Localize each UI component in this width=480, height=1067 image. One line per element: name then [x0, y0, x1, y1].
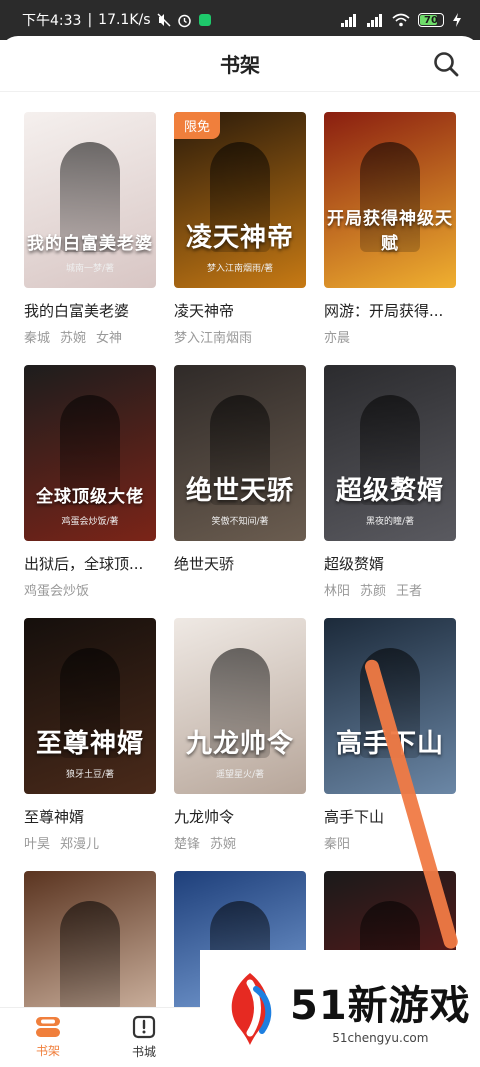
book-tags: 秦阳 — [324, 833, 456, 852]
book-cover[interactable]: 开局获得神级天赋 — [324, 112, 456, 288]
watermark-url: 51chengyu.com — [332, 1030, 429, 1045]
cover-author: 城南一梦/著 — [65, 264, 115, 274]
search-icon — [434, 52, 459, 77]
status-bar: 下午4:33 | 17.1K/s 70 — [0, 0, 480, 40]
book-item[interactable]: 至尊神婿 狼牙土豆/著 至尊神婿 叶昊 郑漫儿 — [24, 618, 156, 852]
cover-author: 遥望星火/著 — [215, 770, 265, 780]
cover-title: 开局获得神级天赋 — [327, 209, 453, 254]
cover-author: 狼牙土豆/著 — [65, 770, 115, 780]
book-tag: 王者 — [396, 584, 423, 599]
book-item[interactable]: 全球顶级大佬鸡蛋会炒饭/著出狱后，全球顶... 鸡蛋会炒饭 — [24, 365, 156, 599]
search-button[interactable] — [432, 50, 460, 78]
cover-title: 凌天神帝 — [185, 223, 294, 253]
watermark: 51新游戏 51chengyu.com — [200, 950, 480, 1067]
book-tag: 女神 — [96, 331, 123, 346]
book-title[interactable]: 网游：开局获得... — [324, 300, 456, 321]
book-tag: 楚锋 — [174, 837, 201, 852]
nav-bookshelf-label: 书架 — [35, 1044, 60, 1058]
bookstore-icon — [132, 1015, 156, 1039]
book-tag: 梦入江南烟雨 — [174, 331, 253, 346]
cover-author: 笑傲不知间/著 — [211, 517, 269, 527]
cover-author: 鸡蛋会炒饭/著 — [61, 517, 119, 527]
book-cover[interactable]: 九龙帅令遥望星火/著 — [174, 618, 306, 794]
book-item[interactable]: 开局获得神级天赋网游：开局获得... 亦晨 — [324, 112, 456, 346]
book-title[interactable]: 至尊神婿 — [24, 806, 156, 827]
app-notification-icon — [198, 13, 212, 27]
book-item[interactable]: 凌天神帝 梦入江南烟雨/著 限免 凌天神帝 梦入江南烟雨 — [174, 112, 306, 346]
book-tag: 苏颜 — [360, 584, 387, 599]
cover-title: 我的白富美老婆 — [27, 234, 153, 254]
book-tags: 林阳 苏颜 王者 — [324, 580, 456, 599]
cover-character-art — [60, 901, 120, 1011]
page-title: 书架 — [220, 53, 260, 77]
signal-icon-2 — [366, 13, 384, 27]
book-cover[interactable]: 我的白富美老婆城南一梦/著 — [24, 112, 156, 288]
cover-author: 梦入江南烟雨/著 — [206, 264, 274, 274]
book-item[interactable]: 超级赘婿 黑夜的瞳/著 超级赘婿 林阳 苏颜 王者 — [324, 365, 456, 599]
book-tag: 鸡蛋会炒饭 — [24, 584, 90, 599]
top-header: 书架 — [0, 36, 480, 92]
battery-level: 70 — [424, 14, 438, 26]
book-tag: 秦城 — [24, 331, 51, 346]
mute-icon — [157, 13, 171, 27]
charging-icon — [452, 13, 462, 27]
cover-title: 九龙帅令 — [185, 729, 294, 759]
book-tags: 叶昊 郑漫儿 — [24, 833, 156, 852]
alarm-icon — [177, 13, 192, 28]
book-cover[interactable]: 全球顶级大佬鸡蛋会炒饭/著 — [24, 365, 156, 541]
cover-title: 超级赘婿 — [335, 476, 444, 506]
book-cover[interactable]: 绝世天骄笑傲不知间/著 — [174, 365, 306, 541]
nav-bookshelf[interactable]: 书架 — [0, 1008, 96, 1067]
watermark-title: 51新游戏 — [290, 982, 471, 1029]
book-item[interactable]: 绝世天骄 笑傲不知间/著 绝世天骄 — [174, 365, 306, 574]
book-tags: 亦晨 — [324, 327, 456, 346]
book-cover[interactable]: 至尊神婿狼牙土豆/著 — [24, 618, 156, 794]
book-title[interactable]: 出狱后，全球顶... — [24, 553, 156, 574]
book-tag: 郑漫儿 — [60, 837, 100, 852]
book-tag: 亦晨 — [324, 331, 351, 346]
cover-author: 黑夜的瞳/著 — [365, 517, 415, 527]
cover-title: 全球顶级大佬 — [36, 487, 144, 507]
book-cover[interactable]: 超级赘婿黑夜的瞳/著 — [324, 365, 456, 541]
book-tag: 叶昊 — [24, 837, 51, 852]
book-cover[interactable]: 凌天神帝梦入江南烟雨/著 限免 — [174, 112, 306, 288]
free-badge: 限免 — [174, 112, 221, 139]
wifi-icon — [392, 13, 410, 27]
book-tags: 秦城 苏婉 女神 — [24, 327, 156, 346]
nav-bookstore[interactable]: 书城 — [96, 1008, 192, 1067]
book-item[interactable]: 九龙帅令 遥望星火/著 九龙帅令 楚锋 苏婉 — [174, 618, 306, 852]
book-tag: 苏婉 — [60, 331, 87, 346]
book-title[interactable]: 九龙帅令 — [174, 806, 306, 827]
app-container: 书架 我的白富美老婆 城南一梦/著 我的白富美老婆 秦城 苏婉 女神 凌天神帝 梦入江南烟雨/… — [0, 36, 480, 1067]
battery-indicator: 70 — [418, 13, 444, 27]
bookshelf-icon — [36, 1017, 60, 1037]
book-title[interactable]: 高手下山 — [324, 806, 456, 827]
status-speed: 17.1K/s — [98, 12, 151, 28]
cover-title: 至尊神婿 — [35, 729, 144, 759]
book-tags: 楚锋 苏婉 — [174, 833, 306, 852]
book-tag: 苏婉 — [210, 837, 237, 852]
book-tag: 林阳 — [324, 584, 351, 599]
nav-bookstore-label: 书城 — [131, 1045, 156, 1059]
status-time: 下午4:33 — [22, 13, 82, 29]
cover-title: 绝世天骄 — [185, 476, 294, 506]
book-title[interactable]: 超级赘婿 — [324, 553, 456, 574]
status-separator: | — [87, 12, 93, 28]
book-title[interactable]: 绝世天骄 — [174, 553, 306, 574]
book-title[interactable]: 凌天神帝 — [174, 300, 306, 321]
signal-icon — [340, 13, 358, 27]
book-tags: 鸡蛋会炒饭 — [24, 580, 156, 599]
book-tags: 梦入江南烟雨 — [174, 327, 306, 346]
book-tag: 秦阳 — [324, 837, 351, 852]
book-title[interactable]: 我的白富美老婆 — [24, 300, 156, 321]
watermark-logo-icon — [231, 972, 272, 1045]
book-item[interactable]: 我的白富美老婆 城南一梦/著 我的白富美老婆 秦城 苏婉 女神 — [24, 112, 156, 346]
